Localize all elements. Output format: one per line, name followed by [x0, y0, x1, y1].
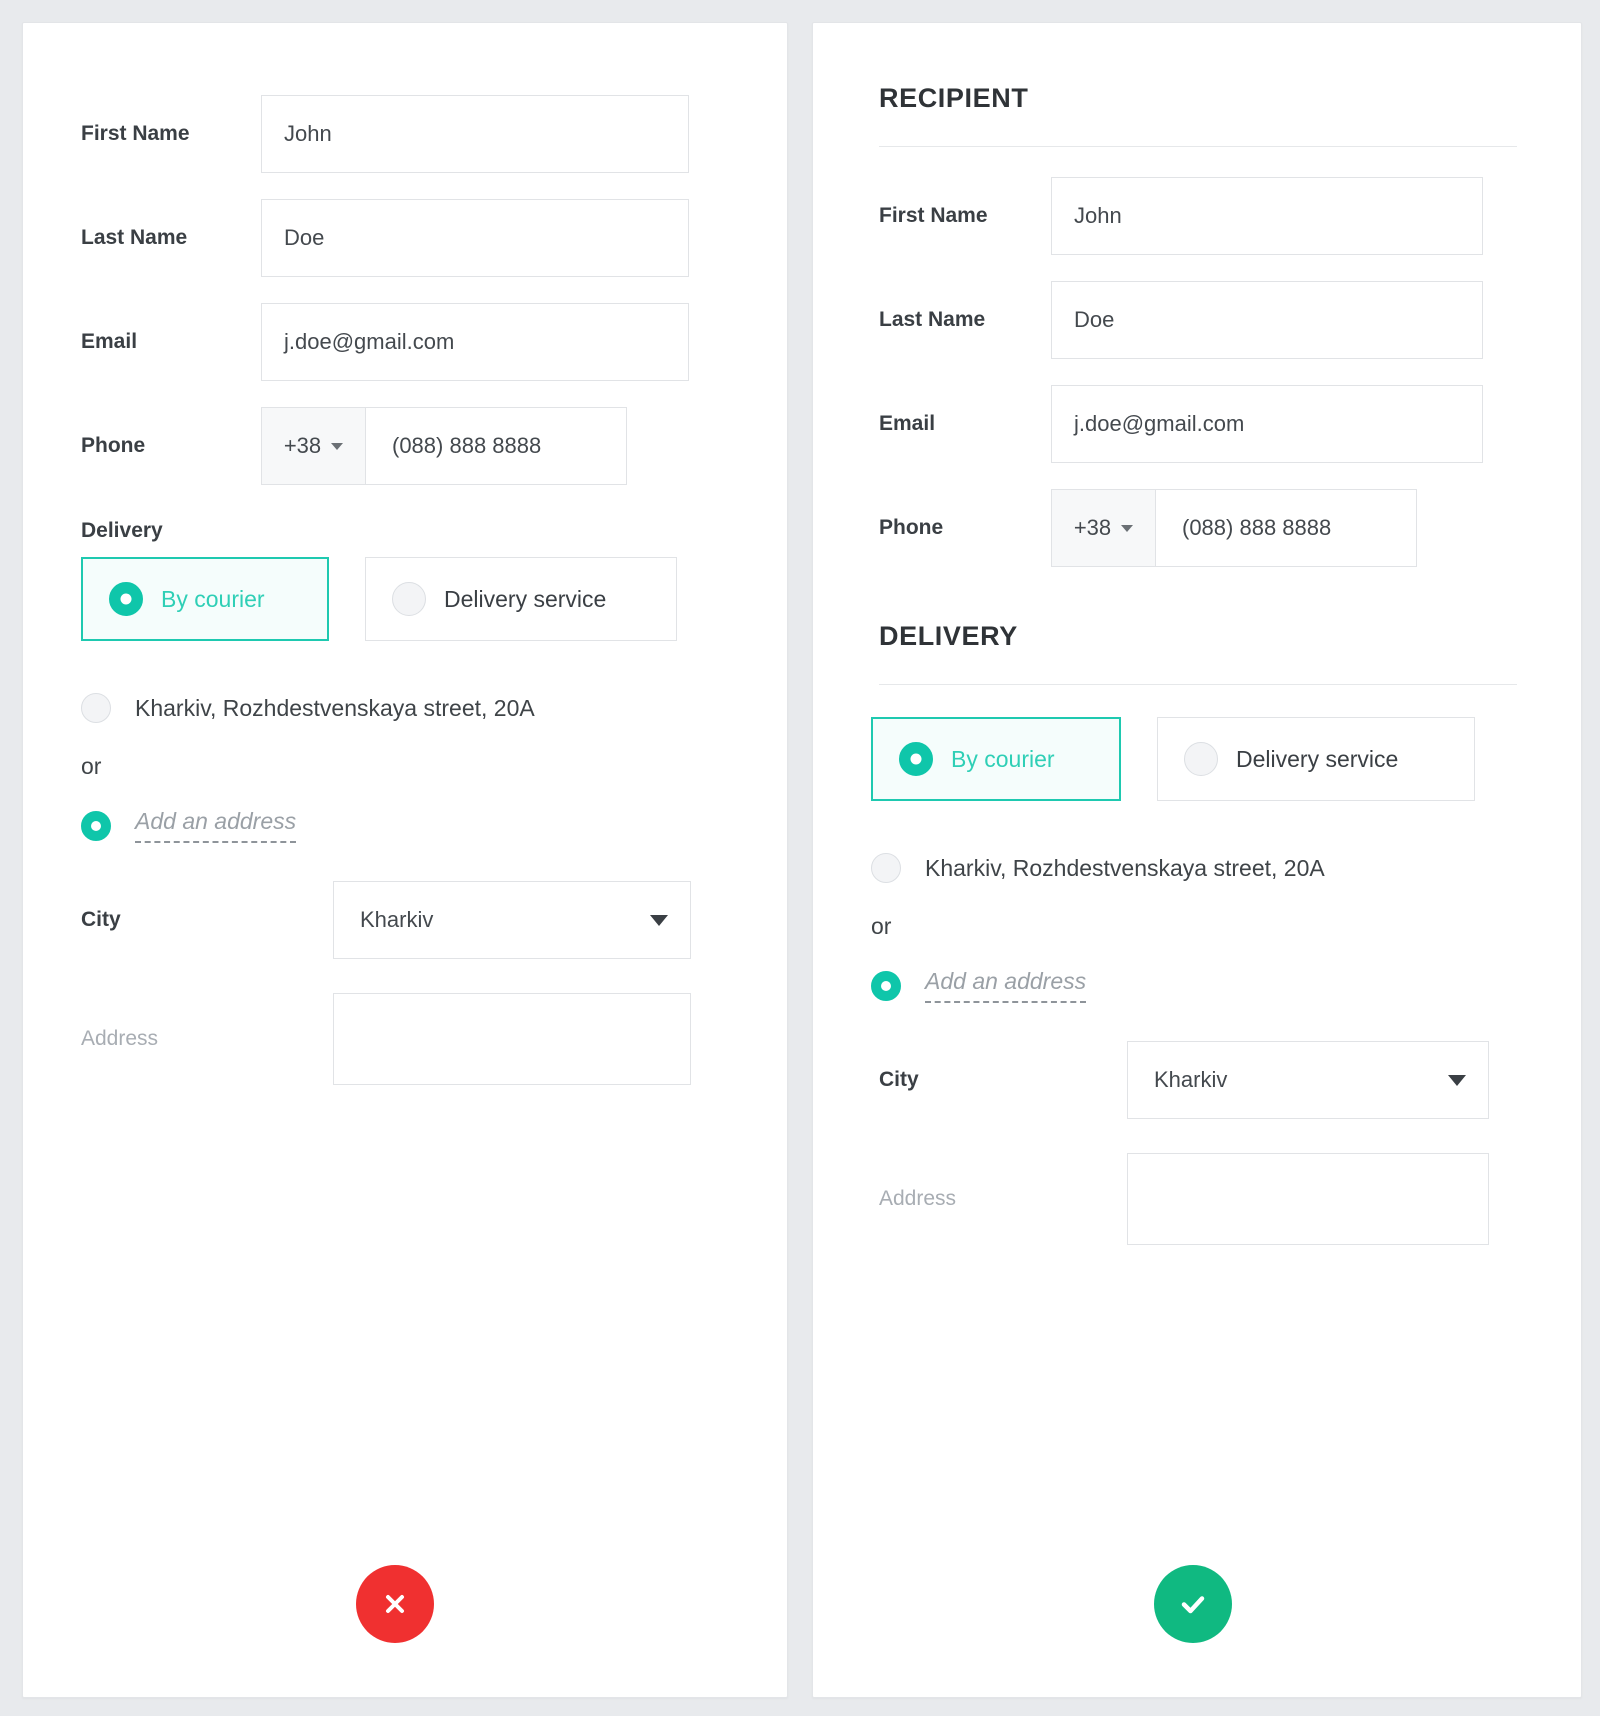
city-row: City Kharkiv: [81, 881, 731, 959]
saved-address-option[interactable]: Kharkiv, Rozhdestvenskaya street, 20A: [81, 693, 731, 723]
phone-row: Phone +38 (088) 888 8888: [871, 489, 1525, 567]
first-name-input[interactable]: John: [1051, 177, 1483, 255]
add-address-link[interactable]: Add an address: [925, 968, 1087, 1003]
delivery-option-by-courier[interactable]: By courier: [871, 717, 1121, 801]
add-address-option[interactable]: Add an address: [81, 808, 731, 843]
or-separator-label: or: [871, 913, 892, 939]
recipient-heading: RECIPIENT: [879, 83, 1029, 113]
radio-icon: [871, 970, 901, 1001]
delivery-method-options: By courier Delivery service: [871, 717, 1525, 801]
city-select-value: Kharkiv: [360, 907, 434, 932]
delivery-group-label: Delivery: [81, 519, 163, 542]
address-row: Address: [81, 993, 731, 1085]
saved-address-option[interactable]: Kharkiv, Rozhdestvenskaya street, 20A: [871, 853, 1525, 883]
comparison-stage: First Name John Last Name Doe Email j.do…: [0, 0, 1600, 1716]
city-label: City: [81, 908, 121, 931]
saved-address-label: Kharkiv, Rozhdestvenskaya street, 20A: [135, 694, 535, 721]
delivery-option-delivery-service[interactable]: Delivery service: [1157, 717, 1475, 801]
recipient-divider: [879, 146, 1517, 147]
city-row: City Kharkiv: [871, 1041, 1525, 1119]
before-panel: First Name John Last Name Doe Email j.do…: [22, 22, 788, 1698]
address-label: Address: [81, 1027, 159, 1050]
email-label: Email: [879, 412, 936, 435]
delivery-option-delivery-service[interactable]: Delivery service: [365, 557, 677, 641]
delivery-option-by-courier-label: By courier: [161, 585, 265, 612]
phone-row: Phone +38 (088) 888 8888: [81, 407, 731, 485]
last-name-input[interactable]: Doe: [1051, 281, 1483, 359]
delivery-heading: DELIVERY: [879, 621, 1018, 651]
phone-country-code-value: +38: [1073, 515, 1112, 540]
last-name-row: Last Name Doe: [81, 199, 731, 277]
saved-address-label: Kharkiv, Rozhdestvenskaya street, 20A: [925, 854, 1325, 881]
add-address-link[interactable]: Add an address: [135, 808, 297, 843]
first-name-row: First Name John: [871, 177, 1525, 255]
last-name-label: Last Name: [81, 226, 188, 249]
radio-icon: [1184, 742, 1218, 776]
last-name-label: Last Name: [879, 308, 986, 331]
right-action-wrap: [813, 1565, 1581, 1643]
email-row: Email j.doe@gmail.com: [871, 385, 1525, 463]
or-separator-label: or: [81, 753, 102, 779]
address-label: Address: [879, 1187, 957, 1210]
first-name-input[interactable]: John: [261, 95, 689, 173]
address-input[interactable]: [333, 993, 691, 1085]
chevron-down-icon: [1448, 1074, 1466, 1086]
phone-number-input[interactable]: (088) 888 8888: [365, 407, 627, 485]
last-name-input[interactable]: Doe: [261, 199, 689, 277]
email-input[interactable]: j.doe@gmail.com: [1051, 385, 1483, 463]
address-input[interactable]: [1127, 1153, 1489, 1245]
delivery-method-options: By courier Delivery service: [81, 557, 731, 641]
city-select[interactable]: Kharkiv: [1127, 1041, 1489, 1119]
phone-label: Phone: [81, 434, 146, 457]
phone-country-code-select[interactable]: +38: [1051, 489, 1155, 567]
email-row: Email j.doe@gmail.com: [81, 303, 731, 381]
phone-number-input[interactable]: (088) 888 8888: [1155, 489, 1417, 567]
cancel-button[interactable]: [356, 1565, 434, 1643]
chevron-down-icon: [650, 914, 668, 926]
radio-icon: [109, 582, 143, 616]
left-action-wrap: [23, 1565, 787, 1643]
phone-country-code-value: +38: [283, 433, 322, 458]
first-name-row: First Name John: [81, 95, 731, 173]
confirm-button[interactable]: [1154, 1565, 1232, 1643]
delivery-divider: [879, 684, 1517, 685]
radio-icon: [81, 693, 111, 723]
after-panel: RECIPIENT First Name John Last Name Doe …: [812, 22, 1582, 1698]
delivery-option-delivery-service-label: Delivery service: [444, 585, 607, 612]
check-icon: [1181, 1596, 1205, 1614]
radio-icon: [899, 742, 933, 776]
first-name-label: First Name: [81, 122, 190, 145]
radio-icon: [81, 810, 111, 841]
radio-icon: [871, 853, 901, 883]
email-label: Email: [81, 330, 138, 353]
chevron-down-icon: [331, 442, 344, 450]
delivery-option-delivery-service-label: Delivery service: [1236, 745, 1399, 772]
address-row: Address: [871, 1153, 1525, 1245]
radio-icon: [392, 582, 426, 616]
last-name-row: Last Name Doe: [871, 281, 1525, 359]
city-label: City: [879, 1068, 919, 1091]
chevron-down-icon: [1121, 524, 1134, 532]
email-input[interactable]: j.doe@gmail.com: [261, 303, 689, 381]
city-select-value: Kharkiv: [1154, 1067, 1228, 1092]
delivery-option-by-courier[interactable]: By courier: [81, 557, 329, 641]
first-name-label: First Name: [879, 204, 988, 227]
phone-group: +38 (088) 888 8888: [1051, 489, 1417, 567]
close-icon: [386, 1595, 404, 1613]
delivery-option-by-courier-label: By courier: [951, 745, 1055, 772]
phone-label: Phone: [879, 516, 944, 539]
city-select[interactable]: Kharkiv: [333, 881, 691, 959]
phone-country-code-select[interactable]: +38: [261, 407, 365, 485]
phone-group: +38 (088) 888 8888: [261, 407, 627, 485]
add-address-option[interactable]: Add an address: [871, 968, 1525, 1003]
